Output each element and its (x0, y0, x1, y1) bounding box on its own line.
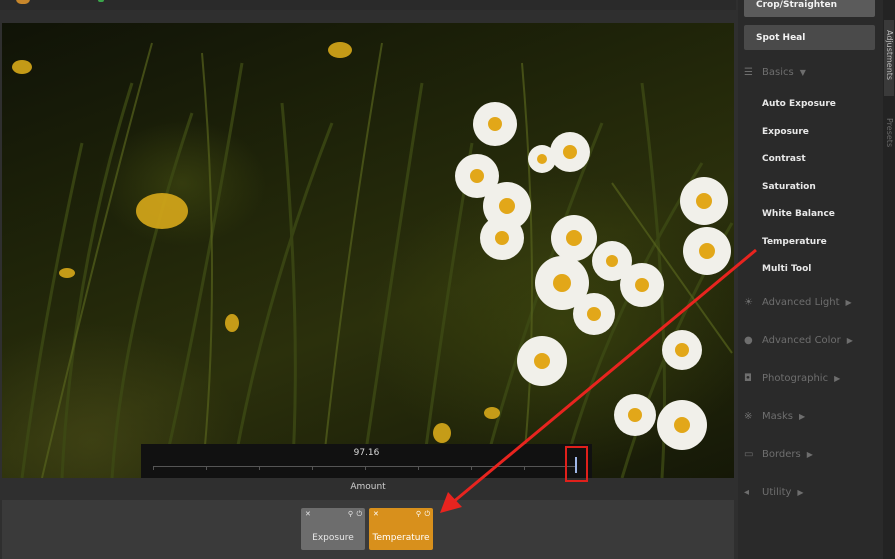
tool-saturation[interactable]: Saturation (762, 182, 816, 192)
slider-tick (153, 466, 154, 470)
close-icon[interactable]: ✕ (373, 510, 379, 518)
chevron-right-icon: ▶ (834, 374, 841, 383)
amount-slider[interactable]: 97.16 (141, 444, 592, 478)
section-borders[interactable]: ▭ Borders ▶ (744, 449, 813, 460)
pin-icon[interactable]: ⚲ (416, 510, 421, 518)
close-icon[interactable]: ✕ (305, 510, 311, 518)
slider-tick (312, 466, 313, 470)
sun-icon: ☀ (744, 297, 753, 308)
tool-contrast[interactable]: Contrast (762, 154, 806, 164)
temperature-chip[interactable]: ✕ ⚲ ⏻ Temperature (369, 508, 433, 550)
photo-editor-window: 97.16 Amount ✕ ⚲ ⏻ Exposure ✕ ⚲ ⏻ Temper… (0, 0, 895, 559)
sliders-icon: ☰ (744, 67, 753, 78)
photo-image (12, 42, 734, 478)
status-dot-icon (98, 0, 104, 2)
chevron-down-icon: ▼ (799, 68, 806, 77)
tab-presets[interactable]: Presets (885, 118, 894, 147)
section-advanced-light[interactable]: ☀ Advanced Light ▶ (744, 297, 852, 308)
slider-tick (418, 466, 419, 470)
tool-exposure[interactable]: Exposure (762, 127, 809, 137)
section-masks[interactable]: ※ Masks ▶ (744, 411, 805, 422)
adjustments-panel: Crop/Straighten Spot Heal ☰ Basics ▼ Auto … (738, 0, 883, 559)
power-icon[interactable]: ⏻ (424, 510, 430, 519)
adjustment-dock: ✕ ⚲ ⏻ Exposure ✕ ⚲ ⏻ Temperature (2, 500, 734, 559)
section-photographic[interactable]: ◘ Photographic ▶ (744, 373, 840, 384)
chevron-right-icon: ▶ (797, 488, 804, 497)
temperature-chip-label: Temperature (372, 533, 430, 543)
top-bar (0, 0, 736, 10)
slider-tick (259, 466, 260, 470)
slider-tick (524, 466, 525, 470)
camera-icon: ◘ (744, 373, 752, 384)
palette-icon: ● (744, 335, 753, 346)
amount-label: Amount (350, 482, 386, 492)
slider-tick (471, 466, 472, 470)
tool-auto-exposure[interactable]: Auto Exposure (762, 99, 836, 109)
photo-canvas[interactable] (2, 23, 734, 478)
chevron-right-icon: ▶ (806, 450, 813, 459)
section-basics[interactable]: ☰ Basics ▼ (744, 67, 806, 78)
slider-tick (206, 466, 207, 470)
utility-icon: ◂ (744, 487, 750, 498)
pin-icon[interactable]: ⚲ (348, 510, 353, 518)
chevron-right-icon: ▶ (798, 412, 806, 421)
tool-white-balance[interactable]: White Balance (762, 209, 835, 219)
tab-adjustments[interactable]: Adjustments (885, 30, 894, 80)
tool-multi-tool[interactable]: Multi Tool (762, 264, 811, 274)
power-icon[interactable]: ⏻ (356, 510, 362, 519)
chevron-right-icon: ▶ (845, 298, 852, 307)
section-advanced-color[interactable]: ● Advanced Color ▶ (744, 335, 853, 346)
crop-straighten-button[interactable]: Crop/Straighten (744, 0, 875, 17)
exposure-chip-label: Exposure (312, 533, 354, 543)
slider-tick (365, 466, 366, 470)
section-utility[interactable]: ◂ Utility ▶ (744, 487, 804, 498)
app-logo-icon (16, 0, 30, 4)
mask-icon: ※ (744, 411, 753, 422)
spot-heal-button[interactable]: Spot Heal (744, 25, 875, 50)
tool-temperature[interactable]: Temperature (762, 237, 827, 247)
exposure-chip[interactable]: ✕ ⚲ ⏻ Exposure (301, 508, 365, 550)
chevron-right-icon: ▶ (846, 336, 853, 345)
border-icon: ▭ (744, 449, 754, 460)
annotation-highlight-box (565, 446, 588, 482)
slider-value: 97.16 (353, 448, 380, 458)
